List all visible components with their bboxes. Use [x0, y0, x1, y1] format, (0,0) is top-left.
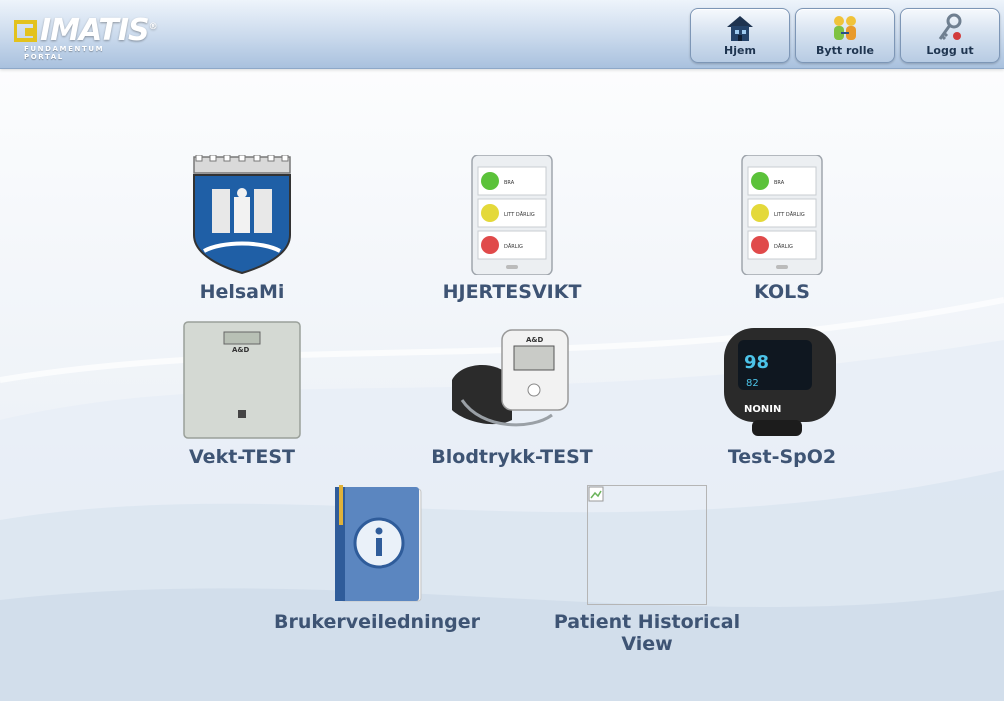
tablet-row-label: LITT DÅRLIG: [774, 211, 805, 218]
logo-subtitle: FUNDAMENTUM PORTAL: [24, 45, 105, 61]
home-button[interactable]: Hjem: [690, 8, 790, 63]
app-label: HJERTESVIKT: [442, 281, 582, 303]
switch-role-button[interactable]: Bytt rolle: [795, 8, 895, 63]
logout-button[interactable]: Logg ut: [900, 8, 1000, 63]
home-icon: [727, 16, 753, 41]
app-label: KOLS: [754, 281, 810, 303]
logout-button-label: Logg ut: [926, 44, 974, 57]
coat-of-arms-icon: [193, 155, 291, 275]
imatis-logo: IMATIS® FUNDAMENTUM PORTAL: [14, 13, 158, 61]
app-label: Brukerveiledninger: [274, 611, 480, 633]
oximeter-spo2-value: 98: [744, 352, 769, 373]
oximeter-brand: NONIN: [744, 404, 781, 415]
top-header: IMATIS® FUNDAMENTUM PORTAL Hjem Bytt rol…: [0, 0, 1004, 69]
scale-brand: A&D: [232, 346, 250, 354]
switch-role-button-label: Bytt rolle: [816, 44, 874, 57]
app-label: Blodtrykk-TEST: [431, 446, 593, 468]
blood-pressure-monitor-icon: A&D: [452, 329, 569, 427]
logo-text: IMATIS: [40, 13, 150, 48]
app-label: Patient Historical View: [553, 611, 741, 655]
home-button-label: Hjem: [724, 44, 756, 57]
logo-mark-icon: [14, 20, 37, 42]
tablet-smiley-icon: BRA LITT DÅRLIG DÅRLIG: [471, 155, 553, 275]
tablet-row-label: BRA: [504, 180, 515, 186]
broken-image-icon: [587, 485, 707, 605]
switch-role-icon: [834, 16, 856, 40]
info-book-icon: [335, 485, 422, 602]
tablet-row-label: BRA: [774, 180, 785, 186]
pulse-oximeter-icon: 98 82 NONIN: [724, 328, 836, 436]
app-label: Test-SpO2: [727, 446, 837, 468]
app-label: HelsaMi: [199, 281, 285, 303]
bp-brand: A&D: [526, 336, 544, 344]
logout-key-icon: [938, 13, 962, 41]
oximeter-pulse-value: 82: [746, 378, 759, 389]
tablet-row-label: DÅRLIG: [504, 243, 523, 250]
tablet-row-label: DÅRLIG: [774, 243, 793, 250]
tablet-smiley-icon: BRA LITT DÅRLIG DÅRLIG: [741, 155, 823, 275]
scale-icon: A&D: [183, 321, 301, 439]
tablet-row-label: LITT DÅRLIG: [504, 211, 535, 218]
app-label: Vekt-TEST: [189, 446, 295, 468]
